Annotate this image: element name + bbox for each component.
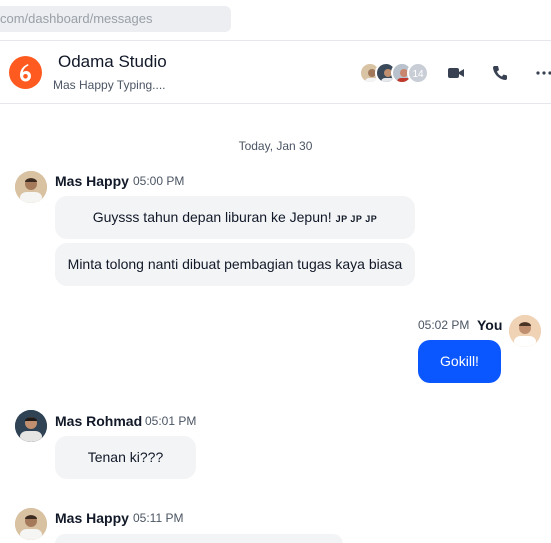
chat-header: Odama Studio Mas Happy Typing.... 14 xyxy=(0,40,551,104)
avatar[interactable] xyxy=(15,508,47,540)
message-bubble-self: Gokill! xyxy=(418,340,501,383)
phone-icon[interactable] xyxy=(490,63,510,83)
chat-page: com/dashboard/messages Odama Studio Mas … xyxy=(0,0,551,543)
member-count-badge: 14 xyxy=(407,62,429,84)
message-time: 05:00 PM xyxy=(133,174,185,188)
avatar[interactable] xyxy=(509,315,541,347)
jp-emoji-text: JP JP JP xyxy=(335,214,378,224)
more-icon[interactable] xyxy=(534,63,551,83)
studio-logo-icon xyxy=(9,56,42,89)
sender-name: You xyxy=(477,317,503,333)
message-bubble: Guysss tahun depan liburan ke Jepun! JP … xyxy=(55,196,415,239)
message-bubble: Tenan ki??? xyxy=(55,436,196,479)
video-icon[interactable] xyxy=(446,63,466,83)
message-time: 05:11 PM xyxy=(133,511,184,525)
message-bubble xyxy=(55,534,343,543)
message-time: 05:02 PM xyxy=(418,318,470,332)
sender-name: Mas Happy xyxy=(55,510,129,526)
message-text: Guysss tahun depan liburan ke Jepun! xyxy=(92,209,332,225)
message-text: Minta tolong nanti dibuat pembagian tuga… xyxy=(67,256,403,272)
avatar[interactable] xyxy=(15,410,47,442)
typing-status: Mas Happy Typing.... xyxy=(53,78,166,92)
message-bubble: Minta tolong nanti dibuat pembagian tuga… xyxy=(55,243,415,286)
sender-name: Mas Rohmad xyxy=(55,413,143,429)
sender-name: Mas Happy xyxy=(55,173,129,189)
chat-title: Odama Studio xyxy=(58,52,167,71)
message-text: Gokill! xyxy=(440,353,479,369)
url-bar[interactable]: com/dashboard/messages xyxy=(0,6,231,32)
message-time: 05:01 PM xyxy=(145,414,197,428)
avatar[interactable] xyxy=(15,171,47,203)
date-separator: Today, Jan 30 xyxy=(238,139,313,153)
message-text: Tenan ki??? xyxy=(87,449,164,465)
